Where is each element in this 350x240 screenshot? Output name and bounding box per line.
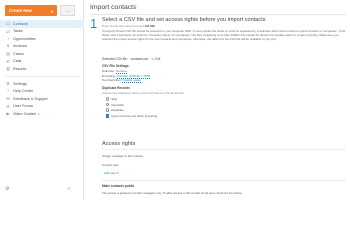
phone-icon: ✆ (6, 59, 10, 64)
checkbox-icon: ☑ (6, 29, 10, 34)
ignore-first-row-row[interactable]: Ignore the first row when importing (106, 114, 157, 118)
sidebar-item-contacts[interactable]: ☐ Contacts (0, 20, 84, 28)
delimiter-label: Delimiter: (102, 69, 116, 73)
sidebar-item-video-guides[interactable]: ▶ Video Guides ● (0, 110, 84, 118)
text-delimiter-row: Text Delimiter: Double quote (102, 78, 141, 83)
help-icon: ? (6, 89, 10, 94)
dollar-icon: $ (6, 44, 10, 49)
add-user-label: Add user (104, 171, 117, 175)
selected-file-row: Selected CSV file: contacts.csv ✎ Edit (102, 57, 160, 61)
duplicate-records-note: Choose how duplicates will be performed … (102, 91, 184, 95)
overwrite-label: Overwrite (111, 102, 125, 107)
encoding-label: Encoding: (102, 73, 116, 78)
sidebar-footer: ⚙ ‹‹ (5, 186, 71, 192)
file-size-note: Note: the file size cannot exceed 100 MB (102, 24, 155, 28)
collapse-sidebar-icon[interactable]: ‹‹ (67, 186, 70, 192)
title-divider (90, 13, 346, 15)
create-new-label: Create New (9, 8, 32, 13)
new-badge-icon: ● (37, 111, 40, 116)
person-icon: ☐ (6, 22, 10, 27)
ignore-first-row-label: Ignore the first row when importing (111, 114, 158, 118)
ignore-first-row-checkbox[interactable] (106, 114, 110, 118)
edit-file-link[interactable]: ✎ Edit (151, 57, 160, 61)
sidebar-item-calls[interactable]: ✆ Calls (0, 58, 84, 66)
gear-icon: ⚙ (6, 82, 10, 87)
sidebar-item-label: Calls (13, 59, 22, 64)
sidebar-item-reports[interactable]: ▥ Reports (0, 65, 84, 73)
make-public-note: The access is granted to contact manager… (102, 191, 243, 195)
import-instructions: If properly formed CSV file should be se… (102, 29, 346, 41)
sidebar-item-label: Help Center (13, 89, 34, 94)
forum-icon: ☰ (6, 104, 10, 109)
secondary-nav: ⚙ Settings? Help Center ✉ Feedback & Support… (0, 80, 84, 118)
sidebar-item-label: Invoices (13, 44, 27, 49)
sidebar: Create New ▾ ... ☐ Contacts ☑ Tasks ◔ Opportu… (0, 0, 84, 200)
access-rights-divider (102, 149, 346, 150)
sidebar-item-label: Reports (13, 66, 27, 71)
public-divider (102, 180, 346, 181)
option-skip[interactable]: Skip (106, 97, 117, 101)
sidebar-divider (5, 75, 79, 77)
pencil-icon: ✎ (151, 57, 154, 61)
sidebar-item-opportunities[interactable]: ◔ Opportunities (0, 35, 84, 43)
file-size-note-text: Note: the file size cannot exceed (102, 24, 144, 28)
video-icon: ▶ (6, 112, 10, 117)
csv-settings-heading: CSV File Settings: (102, 64, 130, 68)
feedback-icon: ✉ (6, 97, 10, 102)
sidebar-item-cases[interactable]: ▤ Cases (0, 50, 84, 58)
main-content: Import contacts 1 Select a CSV file and … (84, 0, 350, 200)
make-public-heading: Make contacts public (102, 184, 135, 188)
file-size-limit: 100 MB (144, 24, 155, 28)
more-options-button[interactable]: ... (60, 5, 75, 16)
sidebar-item-label: Contacts (13, 21, 28, 26)
chart-icon: ▥ (6, 67, 10, 72)
step-number-1: 1 (90, 16, 98, 31)
duplicate-records-heading: Duplicate Records (102, 86, 130, 90)
edit-label: Edit (154, 57, 161, 61)
sidebar-item-label: Opportunities (13, 36, 36, 41)
chevron-down-icon: ▾ (50, 8, 53, 14)
sidebar-item-label: Video Guides (13, 111, 36, 116)
chevron-down-icon: ▾ (117, 171, 119, 175)
assign-manager-label: Assign manager to this contact (102, 154, 144, 158)
selected-file-name: contacts.csv (130, 57, 149, 61)
sidebar-item-label: Cases (13, 51, 24, 56)
sidebar-item-label: Feedback & Support (13, 96, 48, 101)
delimiter-row: Delimiter: Comma (102, 69, 127, 74)
duplicate-radio[interactable] (106, 108, 110, 112)
bag-icon: ◔ (6, 36, 10, 41)
sidebar-item-tasks[interactable]: ☑ Tasks (0, 28, 84, 36)
access-rights-title: Access rights (102, 141, 136, 147)
sidebar-item-feedback-support[interactable]: ✉ Feedback & Support (0, 95, 84, 103)
add-user-dropdown[interactable]: Add user ▾ (102, 170, 121, 176)
option-duplicate[interactable]: Duplicate (106, 108, 124, 112)
current-user-label: Current user (102, 163, 119, 167)
sidebar-item-label: Tasks (13, 29, 23, 34)
sidebar-item-user-forum[interactable]: ☰ User Forum (0, 103, 84, 111)
briefcase-icon: ▤ (6, 52, 10, 57)
step1-title: Select a CSV file and set access rights … (102, 17, 266, 23)
sidebar-item-invoices[interactable]: $ Invoices (0, 43, 84, 51)
settings-icon[interactable]: ⚙ (5, 186, 9, 192)
page-title: Import contacts (90, 4, 137, 11)
duplicate-label: Duplicate (111, 108, 124, 112)
encoding-row: Encoding: Unicode (UTF-8) - UTF8 (102, 73, 151, 79)
skip-radio[interactable] (106, 97, 110, 101)
overwrite-radio[interactable] (106, 102, 110, 107)
sidebar-item-label: User Forum (13, 104, 34, 109)
sidebar-item-settings[interactable]: ⚙ Settings (0, 80, 84, 88)
sidebar-item-help-center[interactable]: ? Help Center (0, 88, 84, 96)
create-new-button[interactable]: Create New ▾ (5, 5, 57, 16)
skip-label: Skip (111, 97, 118, 101)
text-delimiter-select[interactable]: Double quote (122, 78, 141, 83)
sidebar-item-label: Settings (13, 81, 27, 86)
option-overwrite[interactable]: Overwrite (106, 103, 124, 107)
selected-file-label: Selected CSV file: (102, 57, 128, 61)
text-delimiter-label: Text Delimiter: (102, 78, 122, 82)
main-nav: ☐ Contacts ☑ Tasks ◔ Opportunities $ Invoices ▤ C… (0, 20, 84, 80)
